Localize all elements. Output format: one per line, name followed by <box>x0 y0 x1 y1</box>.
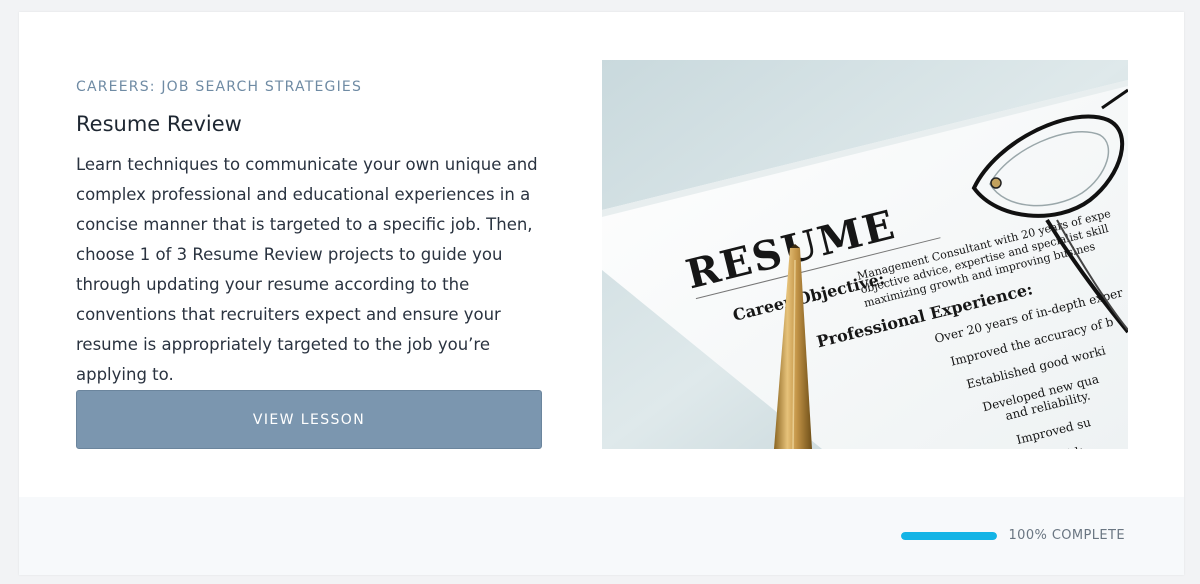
lesson-title: Resume Review <box>76 112 242 136</box>
lesson-image: RESUME Career Objective: Management Cons… <box>602 60 1128 449</box>
lesson-progress: 100% COMPLETE <box>900 528 1125 543</box>
lesson-content: CAREERS: JOB SEARCH STRATEGIES Resume Re… <box>76 78 556 390</box>
lesson-description: Learn techniques to communicate your own… <box>76 155 538 384</box>
progress-bar <box>900 531 997 540</box>
lesson-card: CAREERS: JOB SEARCH STRATEGIES Resume Re… <box>19 12 1184 575</box>
lesson-card-footer: 100% COMPLETE <box>19 497 1184 575</box>
progress-label: 100% COMPLETE <box>1008 528 1125 543</box>
lesson-card-body: CAREERS: JOB SEARCH STRATEGIES Resume Re… <box>19 12 1184 497</box>
lesson-category: CAREERS: JOB SEARCH STRATEGIES <box>76 79 363 95</box>
view-lesson-button[interactable]: VIEW LESSON <box>76 390 542 449</box>
progress-bar-fill <box>900 531 997 540</box>
